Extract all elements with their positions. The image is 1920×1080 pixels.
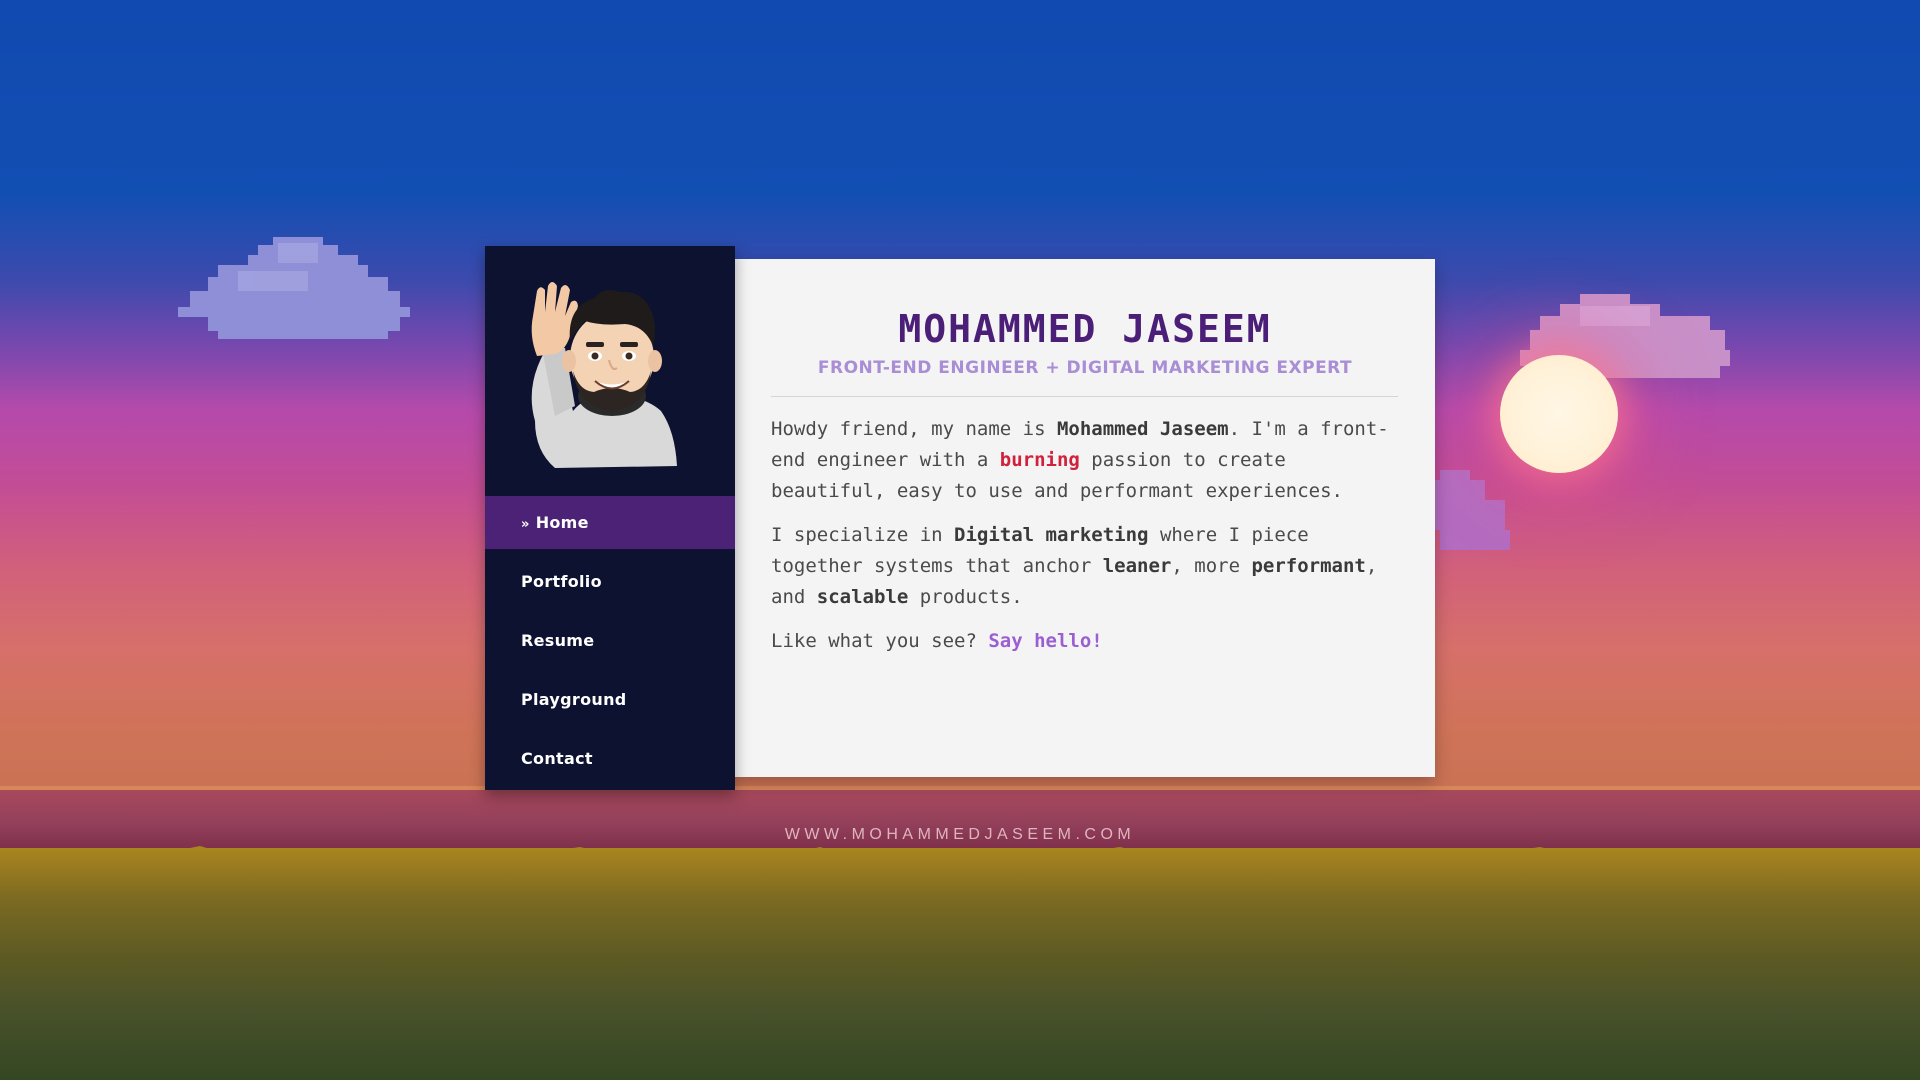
profile-subtitle: FRONT-END ENGINEER + DIGITAL MARKETING E… [817,358,1353,378]
nav-item-label: Resume [521,631,595,650]
bio-text: , more [1171,555,1252,577]
say-hello-link[interactable]: Say hello! [988,630,1102,652]
bio-bold: leaner [1102,555,1172,577]
waving-memoji-avatar-icon [531,282,677,468]
bio-bold: scalable [816,586,909,608]
divider [771,396,1398,397]
bio: Howdy friend, my name is Mohammed Jaseem… [771,414,1411,670]
nav-item-portfolio[interactable]: Portfolio [485,555,735,608]
bio-text: Like what you see? [771,630,989,652]
nav-item-label: Home [535,513,589,532]
bio-bold: Digital marketing [954,524,1149,546]
profile-card: » Home Portfolio Resume Playground Contac… [485,246,1435,790]
bio-bold: performant [1251,555,1366,577]
nav-item-home[interactable]: » Home [485,496,735,549]
nav-item-contact[interactable]: Contact [485,732,735,785]
main-nav: » Home Portfolio Resume Playground Contac… [485,496,735,791]
bio-paragraph-3: Like what you see? Say hello! [771,626,1411,657]
profile-name: MOHAMMED JASEEM [898,307,1272,351]
footer-url[interactable]: WWW.MOHAMMEDJASEEM.COM [0,826,1920,844]
sun [1500,355,1618,473]
sidebar: » Home Portfolio Resume Playground Contac… [485,246,735,790]
double-chevron-right-icon: » [521,517,530,532]
nav-item-label: Contact [521,749,593,768]
cloud-left [178,237,410,339]
bio-text: products. [908,586,1023,608]
bio-accent-word: burning [999,449,1080,471]
content-panel: MOHAMMED JASEEM FRONT-END ENGINEER + DIG… [735,259,1435,777]
nav-item-label: Playground [521,690,627,709]
nav-item-label: Portfolio [521,572,602,591]
bio-text: Howdy friend, my name is [771,418,1057,440]
grass-field [0,848,1920,1080]
bio-name: Mohammed Jaseem [1056,418,1229,440]
bio-text: I specialize in [771,524,955,546]
bio-paragraph-1: Howdy friend, my name is Mohammed Jaseem… [771,414,1411,507]
nav-item-resume[interactable]: Resume [485,614,735,667]
background-scene: » Home Portfolio Resume Playground Contac… [0,0,1920,1080]
bio-paragraph-2: I specialize in Digital marketing where … [771,520,1411,613]
avatar [485,246,735,496]
cloud-small [1430,470,1510,550]
nav-item-playground[interactable]: Playground [485,673,735,726]
